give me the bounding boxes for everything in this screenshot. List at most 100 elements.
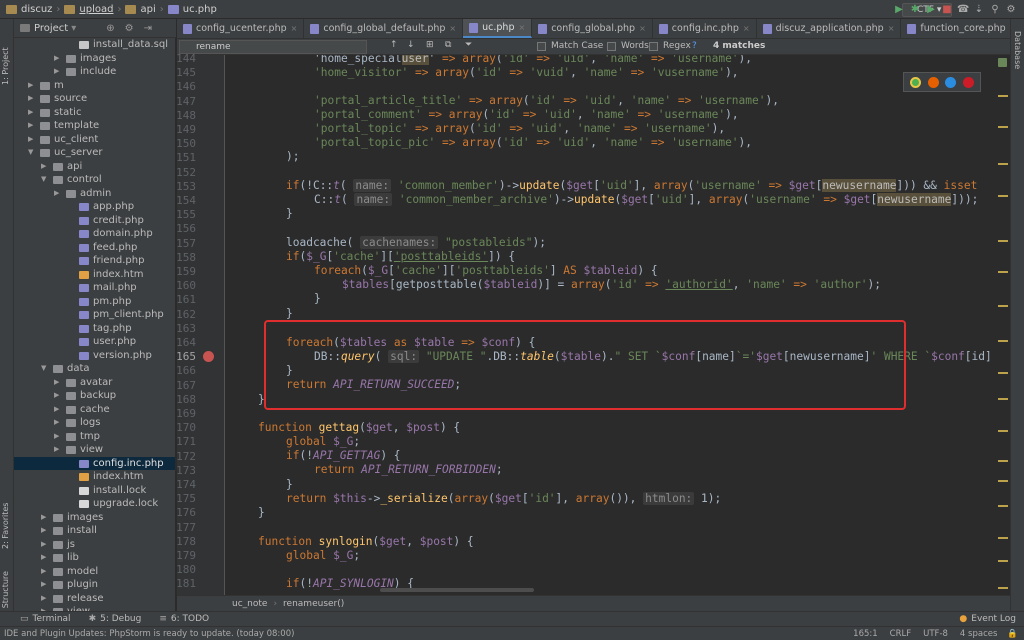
chevron-right-icon[interactable]: ▶	[41, 511, 46, 525]
tree-file[interactable]: feed.php	[14, 241, 175, 255]
select-all-icon[interactable]: ⧉	[445, 40, 451, 50]
editor-tab[interactable]: uc.php ×	[463, 19, 533, 38]
tree-folder[interactable]: ▼ uc_server	[14, 146, 175, 160]
firefox-icon[interactable]	[927, 76, 939, 88]
chevron-right-icon[interactable]: ▶	[54, 65, 59, 79]
tree-folder[interactable]: ▶ static	[14, 106, 175, 120]
tree-folder[interactable]: ▶ install	[14, 524, 175, 538]
editor-tab[interactable]: discuz_application.php ×	[757, 19, 902, 38]
caret-position[interactable]: 165:1	[853, 629, 878, 639]
tree-folder[interactable]: ▶ m	[14, 79, 175, 93]
chevron-right-icon[interactable]: ▶	[41, 592, 46, 606]
breadcrumb-item[interactable]: uc.php	[167, 4, 217, 15]
inspection-status-icon[interactable]	[998, 58, 1007, 67]
tree-file[interactable]: install_data.sql	[14, 38, 175, 52]
next-occurrence-icon[interactable]: ↓	[407, 40, 415, 50]
close-icon[interactable]: ×	[743, 24, 750, 33]
close-icon[interactable]: ×	[639, 24, 646, 33]
terminal-tool-button[interactable]: Terminal	[33, 614, 71, 624]
line-separator[interactable]: CRLF	[890, 629, 911, 639]
status-message[interactable]: IDE and Plugin Updates: PhpStorm is read…	[4, 629, 294, 639]
run-icon[interactable]: ▶	[893, 4, 905, 15]
project-panel-title[interactable]: Project	[34, 23, 68, 34]
error-stripe[interactable]	[996, 55, 1010, 595]
chevron-right-icon[interactable]: ▶	[54, 187, 59, 201]
chevron-right-icon[interactable]: ▶	[41, 538, 46, 552]
find-all-icon[interactable]: ⊞	[426, 40, 434, 50]
tree-file[interactable]: config.inc.php	[14, 456, 175, 470]
chevron-right-icon[interactable]: ▶	[28, 106, 33, 120]
lock-icon[interactable]: 🔒	[1007, 629, 1018, 639]
tree-file[interactable]: pm_client.php	[14, 308, 175, 322]
indent-setting[interactable]: 4 spaces	[960, 629, 997, 639]
tree-file[interactable]: credit.php	[14, 214, 175, 228]
hide-icon[interactable]: ⇥	[144, 23, 152, 34]
chevron-down-icon[interactable]: ▾	[71, 23, 76, 34]
horizontal-scrollbar[interactable]	[380, 588, 534, 592]
tree-file[interactable]: app.php	[14, 200, 175, 214]
match-case-checkbox[interactable]	[537, 42, 546, 51]
vcs-icon[interactable]: ⇣	[973, 4, 985, 15]
target-icon[interactable]: ⊕	[106, 23, 114, 34]
words-checkbox[interactable]	[607, 42, 616, 51]
previous-occurrence-icon[interactable]: ↑	[390, 40, 398, 50]
tree-folder[interactable]: ▶ model	[14, 565, 175, 579]
phone-icon[interactable]: ☎	[957, 4, 969, 15]
tree-file[interactable]: upgrade.lock	[14, 497, 175, 511]
find-input[interactable]	[179, 40, 367, 54]
settings-icon[interactable]: ⚙	[1005, 4, 1017, 15]
chevron-right-icon[interactable]: ▶	[54, 430, 59, 444]
chevron-right-icon[interactable]: ▶	[41, 565, 46, 579]
tree-folder[interactable]: ▼ control	[14, 173, 175, 187]
tree-folder[interactable]: ▶ images	[14, 511, 175, 525]
chevron-down-icon[interactable]: ▼	[28, 146, 33, 160]
tree-folder[interactable]: ▶ release	[14, 592, 175, 606]
tree-file[interactable]: friend.php	[14, 254, 175, 268]
breakpoint-icon[interactable]	[203, 351, 214, 362]
tree-folder[interactable]: ▶ admin	[14, 187, 175, 201]
tree-folder[interactable]: ▶ images	[14, 52, 175, 66]
tree-file[interactable]: pm.php	[14, 295, 175, 309]
breadcrumb-item[interactable]: discuz ›	[6, 4, 60, 15]
chevron-right-icon[interactable]: ▶	[28, 79, 33, 93]
tree-file[interactable]: mail.php	[14, 281, 175, 295]
chevron-down-icon[interactable]: ▼	[41, 173, 46, 187]
editor-tab[interactable]: config_global.php ×	[532, 19, 653, 38]
close-icon[interactable]: ×	[518, 23, 525, 32]
settings-icon[interactable]: ⚙	[125, 23, 134, 34]
regex-help-link[interactable]: ?	[692, 41, 697, 51]
chevron-right-icon[interactable]: ▶	[28, 133, 33, 147]
tree-file[interactable]: index.htm	[14, 268, 175, 282]
tree-folder[interactable]: ▶ template	[14, 119, 175, 133]
chevron-right-icon[interactable]: ▶	[54, 376, 59, 390]
editor-tab[interactable]: config_ucenter.php ×	[177, 19, 305, 38]
opera-icon[interactable]	[962, 76, 974, 88]
chevron-down-icon[interactable]: ▼	[41, 362, 46, 376]
breadcrumb-item[interactable]: api ›	[125, 4, 164, 15]
tree-folder[interactable]: ▶ avatar	[14, 376, 175, 390]
chevron-right-icon[interactable]: ▶	[28, 119, 33, 133]
chevron-right-icon[interactable]: ▶	[41, 551, 46, 565]
tree-folder[interactable]: ▶ view	[14, 443, 175, 457]
breadcrumb-item[interactable]: upload ›	[64, 4, 121, 15]
chevron-right-icon[interactable]: ▶	[54, 52, 59, 66]
debug-icon[interactable]: ✱	[909, 4, 921, 15]
tree-folder[interactable]: ▶ plugin	[14, 578, 175, 592]
editor-tab[interactable]: config_global_default.php ×	[304, 19, 464, 38]
file-encoding[interactable]: UTF-8	[923, 629, 948, 639]
chevron-right-icon[interactable]: ▶	[41, 578, 46, 592]
chevron-right-icon[interactable]: ▶	[54, 389, 59, 403]
tree-folder[interactable]: ▶ include	[14, 65, 175, 79]
breadcrumb-method[interactable]: renameuser()	[283, 599, 344, 609]
search-everywhere-icon[interactable]: ⚲	[989, 4, 1001, 15]
chrome-icon[interactable]	[910, 76, 922, 88]
database-tool-button[interactable]: Database	[1013, 31, 1022, 69]
tree-folder[interactable]: ▶ source	[14, 92, 175, 106]
tree-file[interactable]: tag.php	[14, 322, 175, 336]
tree-file[interactable]: user.php	[14, 335, 175, 349]
tree-folder[interactable]: ▶ logs	[14, 416, 175, 430]
chevron-right-icon[interactable]: ▶	[28, 92, 33, 106]
chevron-right-icon[interactable]: ▶	[54, 403, 59, 417]
close-icon[interactable]: ×	[291, 24, 298, 33]
tree-folder[interactable]: ▶ lib	[14, 551, 175, 565]
